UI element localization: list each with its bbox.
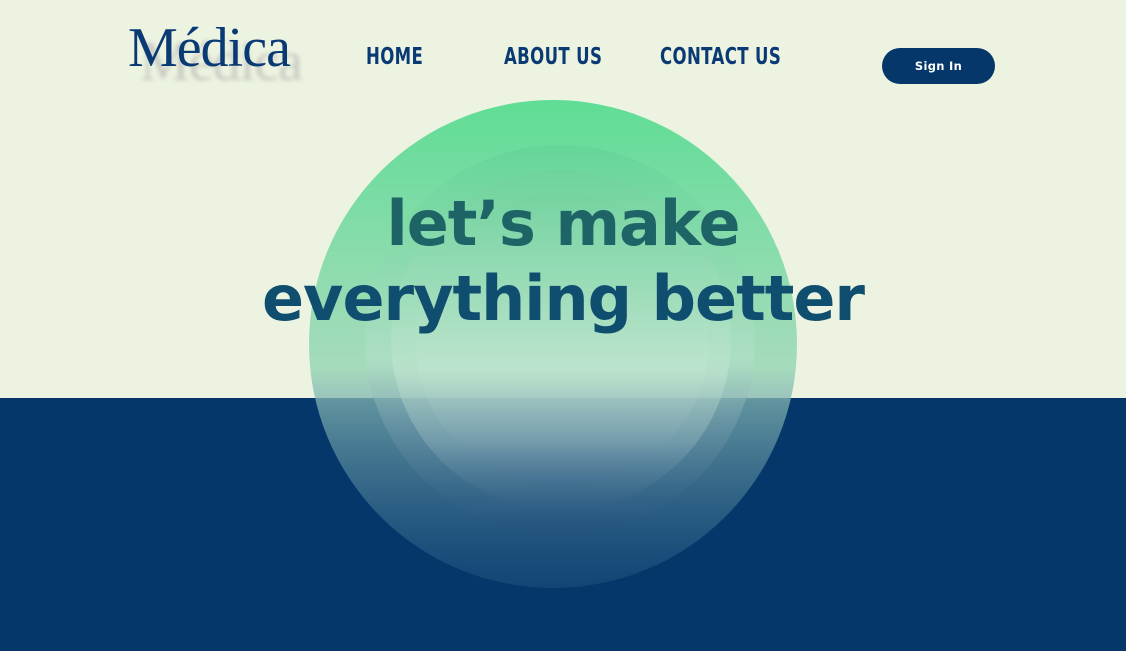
nav-about-link[interactable]: ABOUT US — [504, 42, 602, 72]
hero-headline-line2: everything better — [262, 262, 865, 335]
nav-home-link[interactable]: HOME — [366, 42, 423, 72]
logo-text: Médica — [128, 17, 291, 79]
nav-contact-link[interactable]: CONTACT US — [660, 42, 781, 72]
hero-headline-line1: let’s make — [386, 187, 740, 260]
hero-headline: let’s make everything better — [0, 186, 1126, 336]
brand-logo[interactable]: Médica Médica — [128, 18, 318, 98]
hero-bottom-band — [0, 398, 1126, 651]
sign-in-button[interactable]: Sign In — [882, 48, 995, 84]
